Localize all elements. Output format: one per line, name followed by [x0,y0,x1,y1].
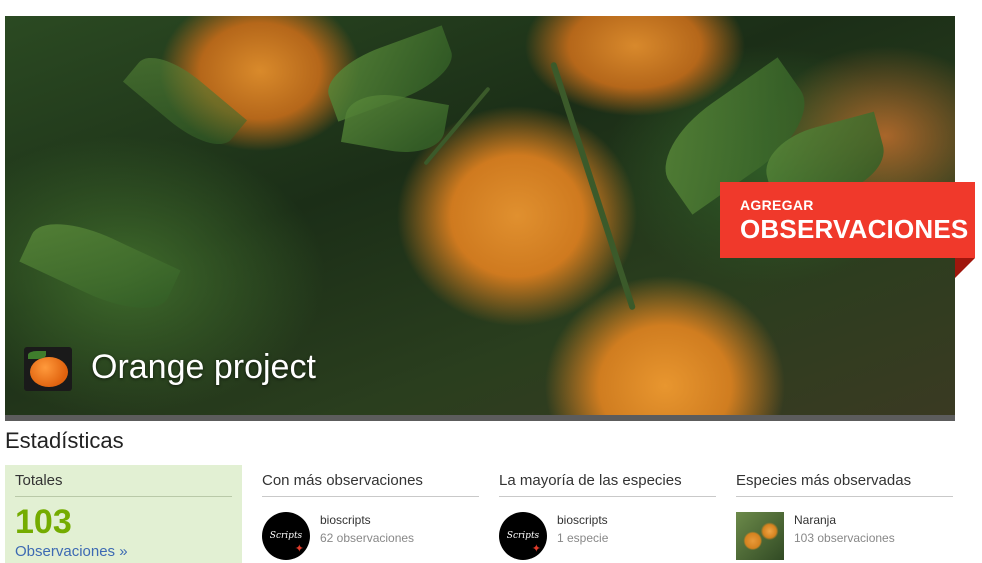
user-name-link[interactable]: bioscripts [320,513,371,527]
most-species-column: La mayoría de las especies Scripts ✦ bios… [499,465,716,560]
observations-count: 62 observaciones [320,531,415,545]
species-count: 1 especie [557,531,609,545]
top-species-column: Especies más observadas Naranja 103 obse… [736,465,953,560]
project-title[interactable]: Orange project [91,348,316,387]
species-photo[interactable] [736,512,784,560]
stem-decoration [549,61,637,311]
leaf-decoration [122,43,248,159]
most-observations-column: Con más observaciones Scripts ✦ bioscript… [262,465,479,560]
add-observations-small-label: AGREGAR [740,197,814,213]
totals-panel: Totales 103 Observaciones » [5,465,242,563]
add-observations-big-label: OBSERVACIONES [740,214,969,244]
bird-icon: ✦ [531,542,541,555]
most-observations-title: Con más observaciones [262,465,479,497]
leaf-shape [28,351,46,359]
avatar[interactable]: Scripts ✦ [262,512,310,560]
list-item: Naranja 103 observaciones [736,497,953,560]
ribbon-fold [955,258,975,278]
banner-bottom-bar [5,415,955,421]
leaf-decoration [19,207,181,325]
stats-title: Estadísticas [5,428,124,453]
fruit-shape [30,357,68,387]
list-item: Scripts ✦ bioscripts 62 observaciones [262,497,479,560]
most-species-title: La mayoría de las especies [499,465,716,497]
species-name-link[interactable]: Naranja [794,513,836,527]
observations-count: 103 observaciones [794,531,895,545]
observations-link[interactable]: Observaciones » [15,543,128,560]
orange-fruit-icon[interactable] [24,347,72,391]
avatar[interactable]: Scripts ✦ [499,512,547,560]
add-observations-button[interactable]: AGREGAR OBSERVACIONES [720,182,975,258]
totals-label: Totales [15,472,232,497]
list-item: Scripts ✦ bioscripts 1 especie [499,497,716,560]
top-species-title: Especies más observadas [736,465,953,497]
bird-icon: ✦ [294,542,304,555]
totals-count[interactable]: 103 [15,503,72,542]
user-name-link[interactable]: bioscripts [557,513,608,527]
